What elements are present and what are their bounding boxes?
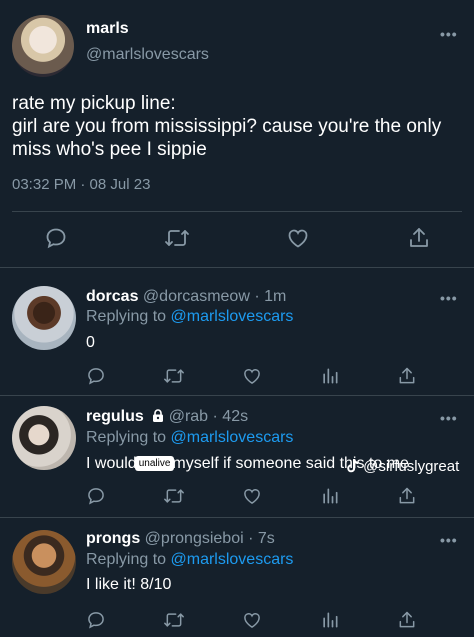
replying-to-line: Replying to @marlslovescars (86, 551, 293, 569)
replying-to-label: Replying to (86, 551, 167, 568)
replying-to-label: Replying to (86, 308, 167, 325)
reply-tweet: dorcas @dorcasmeow · 1m ••• Replying to … (0, 268, 474, 396)
author-name[interactable]: regulus (86, 408, 144, 425)
like-icon[interactable] (242, 610, 262, 630)
author-meta[interactable]: @rab · 42s (169, 408, 248, 425)
reply-text: 0 (86, 334, 95, 351)
mention-link[interactable]: @marlslovescars (171, 429, 294, 446)
censor-label: unalive (134, 456, 175, 471)
replying-to-line: Replying to @marlslovescars (86, 308, 293, 326)
watermark: @sirfuslygreat (346, 458, 459, 475)
avatar[interactable] (12, 530, 76, 594)
analytics-icon[interactable] (320, 486, 340, 506)
reply-text: I like it! 8/10 (86, 576, 172, 593)
author-meta[interactable]: @dorcasmeow · 1m (143, 288, 286, 305)
more-options-button[interactable]: ••• (440, 532, 458, 548)
author-name[interactable]: marls (86, 20, 129, 38)
reply-tweet: prongs @prongsieboi · 7s ••• Replying to… (0, 518, 474, 637)
author-meta[interactable]: @prongsieboi · 7s (145, 530, 275, 547)
retweet-icon[interactable] (163, 366, 185, 386)
author-name[interactable]: prongs (86, 530, 140, 547)
reply-text-before: I would (86, 455, 137, 472)
comment-icon[interactable] (44, 226, 68, 250)
avatar[interactable] (12, 406, 76, 470)
more-options-button[interactable]: ••• (440, 290, 458, 306)
avatar[interactable] (12, 286, 76, 350)
retweet-icon[interactable] (164, 226, 190, 250)
tweet-timestamp[interactable]: 03:32 PM · 08 Jul 23 (12, 176, 150, 193)
lock-icon (152, 409, 164, 422)
share-icon[interactable] (397, 610, 417, 630)
reply-author-line: regulus @rab · 42s (86, 408, 248, 426)
mention-link[interactable]: @marlslovescars (171, 308, 294, 325)
retweet-icon[interactable] (163, 610, 185, 630)
replying-to-label: Replying to (86, 429, 167, 446)
more-options-button[interactable]: ••• (440, 26, 458, 42)
avatar[interactable] (12, 15, 74, 77)
analytics-icon[interactable] (320, 610, 340, 630)
share-icon[interactable] (397, 486, 417, 506)
replying-to-line: Replying to @marlslovescars (86, 429, 293, 447)
share-icon[interactable] (397, 366, 417, 386)
tweet-text: rate my pickup line: girl are you from m… (12, 93, 442, 160)
tiktok-icon (346, 458, 359, 473)
more-options-button[interactable]: ••• (440, 410, 458, 426)
share-icon[interactable] (407, 226, 431, 250)
main-tweet: marls @marlslovescars ••• rate my pickup… (0, 0, 474, 268)
like-icon[interactable] (242, 366, 262, 386)
author-handle[interactable]: @marlslovescars (86, 46, 209, 64)
analytics-icon[interactable] (320, 366, 340, 386)
mention-link[interactable]: @marlslovescars (171, 551, 294, 568)
divider (12, 211, 462, 212)
reply-author-line: prongs @prongsieboi · 7s (86, 530, 275, 548)
comment-icon[interactable] (86, 366, 106, 386)
author-name[interactable]: dorcas (86, 288, 138, 305)
retweet-icon[interactable] (163, 486, 185, 506)
reply-tweet: regulus @rab · 42s ••• Replying to @marl… (0, 396, 474, 518)
like-icon[interactable] (286, 226, 310, 250)
comment-icon[interactable] (86, 610, 106, 630)
reply-author-line: dorcas @dorcasmeow · 1m (86, 288, 286, 306)
comment-icon[interactable] (86, 486, 106, 506)
like-icon[interactable] (242, 486, 262, 506)
watermark-handle: @sirfuslygreat (363, 458, 460, 475)
